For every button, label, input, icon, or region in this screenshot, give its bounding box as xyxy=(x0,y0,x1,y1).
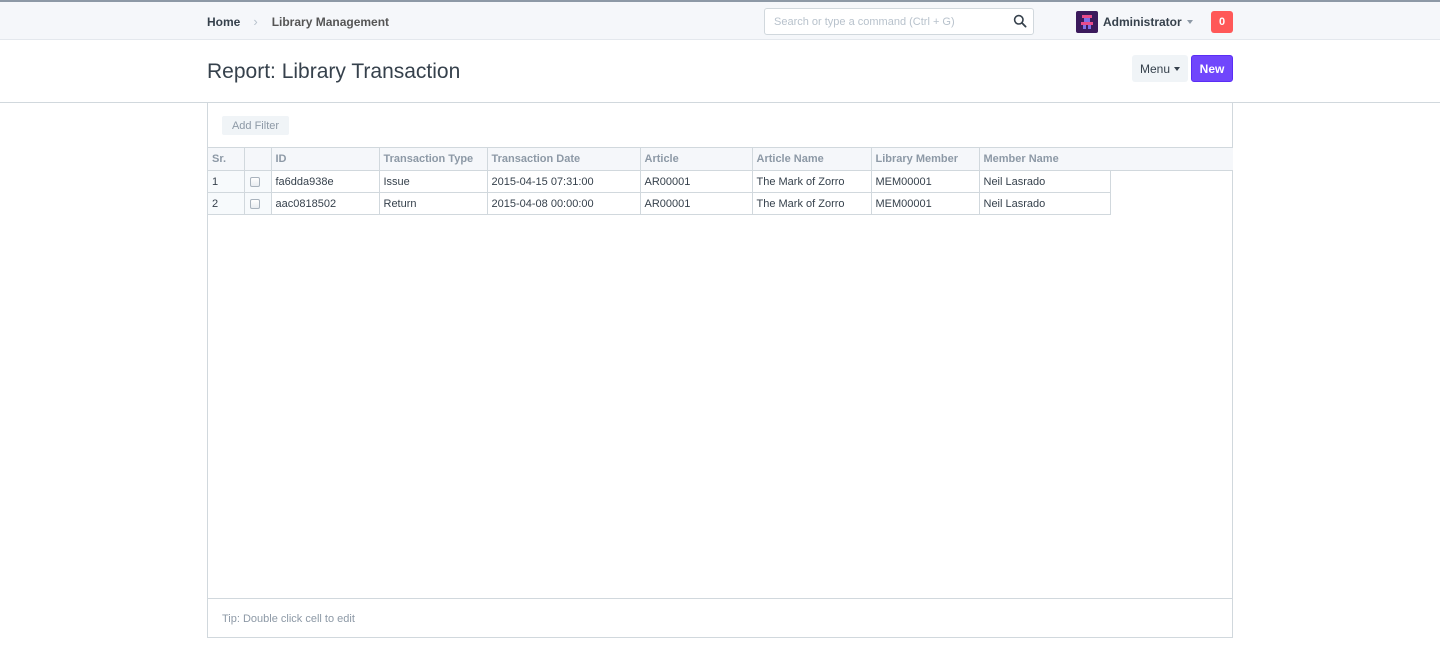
cell-id[interactable]: fa6dda938e xyxy=(271,170,380,193)
edit-tip: Tip: Double click cell to edit xyxy=(222,613,355,625)
row-number: 2 xyxy=(208,192,245,215)
column-header-library-member[interactable]: Library Member xyxy=(871,147,980,171)
grid-header-filler xyxy=(1110,147,1233,171)
column-header-id[interactable]: ID xyxy=(271,147,380,171)
cell-id[interactable]: aac0818502 xyxy=(271,192,380,215)
column-header-sr[interactable]: Sr. xyxy=(208,147,245,171)
column-header-select[interactable] xyxy=(244,147,272,171)
cell-transaction-date[interactable]: 2015-04-15 07:31:00 xyxy=(487,170,641,193)
user-menu[interactable]: Administrator xyxy=(1076,11,1193,33)
cell-member-name[interactable]: Neil Lasrado xyxy=(979,170,1111,193)
search-icon[interactable] xyxy=(1013,14,1027,28)
table-row[interactable]: 2 aac0818502 Return 2015-04-08 00:00:00 … xyxy=(208,192,1111,215)
cell-transaction-date[interactable]: 2015-04-08 00:00:00 xyxy=(487,192,641,215)
row-number: 1 xyxy=(208,170,245,193)
column-header-article[interactable]: Article xyxy=(640,147,753,171)
breadcrumb-home[interactable]: Home xyxy=(207,15,240,29)
avatar-icon xyxy=(1081,15,1093,29)
menu-button-label: Menu xyxy=(1139,61,1171,76)
cell-library-member[interactable]: MEM00001 xyxy=(871,192,980,215)
user-name: Administrator xyxy=(1103,15,1182,29)
search-input[interactable] xyxy=(765,9,1000,34)
row-select-cell xyxy=(244,170,272,193)
page-header: Report: Library Transaction Menu New xyxy=(0,40,1440,103)
row-checkbox[interactable] xyxy=(249,176,260,187)
notification-badge[interactable]: 0 xyxy=(1211,11,1233,33)
cell-article[interactable]: AR00001 xyxy=(640,170,753,193)
row-checkbox[interactable] xyxy=(249,198,260,209)
column-header-transaction-date[interactable]: Transaction Date xyxy=(487,147,641,171)
new-button[interactable]: New xyxy=(1191,55,1233,82)
add-filter-button[interactable]: Add Filter xyxy=(222,116,289,135)
report-table: Sr. ID Transaction Type Transaction Date… xyxy=(208,147,1111,215)
report-footer: Tip: Double click cell to edit xyxy=(208,598,1232,638)
column-header-member-name[interactable]: Member Name xyxy=(979,147,1111,171)
cell-member-name[interactable]: Neil Lasrado xyxy=(979,192,1111,215)
cell-library-member[interactable]: MEM00001 xyxy=(871,170,980,193)
cell-transaction-type[interactable]: Issue xyxy=(379,170,488,193)
menu-button[interactable]: Menu xyxy=(1132,55,1188,82)
column-header-article-name[interactable]: Article Name xyxy=(752,147,872,171)
report-panel: Add Filter Sr. ID Transaction Type Trans… xyxy=(207,103,1233,638)
cell-transaction-type[interactable]: Return xyxy=(379,192,488,215)
cell-article[interactable]: AR00001 xyxy=(640,192,753,215)
breadcrumb-library-management[interactable]: Library Management xyxy=(272,15,389,29)
column-header-transaction-type[interactable]: Transaction Type xyxy=(379,147,488,171)
caret-down-icon xyxy=(1174,66,1181,71)
cell-article-name[interactable]: The Mark of Zorro xyxy=(752,170,872,193)
row-select-cell xyxy=(244,192,272,215)
chevron-right-icon: › xyxy=(253,14,258,29)
table-header-row: Sr. ID Transaction Type Transaction Date… xyxy=(208,147,1111,171)
avatar xyxy=(1076,11,1098,33)
cell-article-name[interactable]: The Mark of Zorro xyxy=(752,192,872,215)
navbar: Home › Library Management Administrator … xyxy=(0,0,1440,40)
page-title: Report: Library Transaction xyxy=(207,60,461,83)
breadcrumb: Home › Library Management xyxy=(207,14,389,29)
report-grid: Sr. ID Transaction Type Transaction Date… xyxy=(208,147,1233,215)
search-box xyxy=(764,8,1034,35)
table-row[interactable]: 1 fa6dda938e Issue 2015-04-15 07:31:00 A… xyxy=(208,170,1111,193)
caret-down-icon xyxy=(1186,20,1193,24)
